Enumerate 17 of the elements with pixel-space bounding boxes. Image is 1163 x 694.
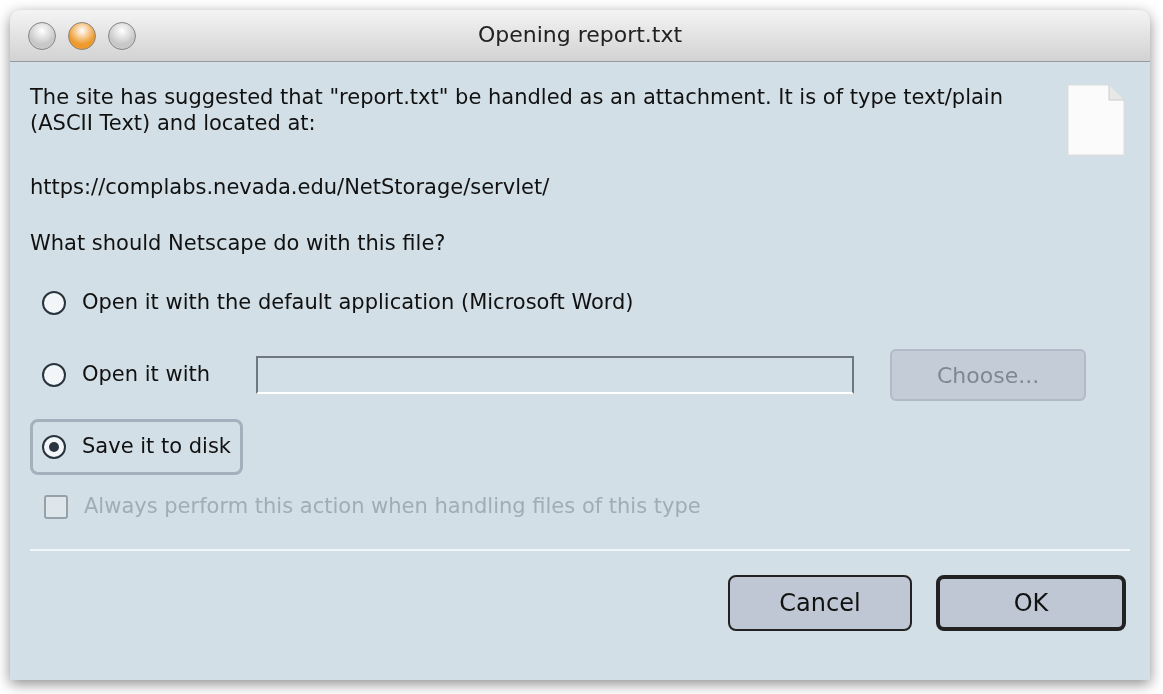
close-button[interactable] (28, 22, 56, 50)
option-label[interactable]: Save it to disk (82, 431, 231, 463)
message-text: The site has suggested that "report.txt" be handled as an attachment. It is of type text/plain (ASCII Text) and located at: (30, 84, 1004, 138)
question-text: What should Netscape do with this file? (30, 229, 447, 257)
dialog-button[interactable]: Cancel (728, 574, 912, 631)
radio-button[interactable] (42, 291, 66, 315)
dialog-button[interactable]: OK (936, 574, 1126, 631)
option-label[interactable]: Open it with the default application (Microsoft Word) (82, 287, 634, 319)
option-label[interactable]: Open it with (82, 359, 211, 391)
zoom-button[interactable] (108, 22, 136, 50)
window-title: Opening report.txt (477, 21, 683, 49)
file-location: https://complabs.nevada.edu/NetStorage/servlet/ (30, 174, 551, 201)
minimize-button[interactable] (68, 22, 96, 50)
document-icon (1067, 84, 1125, 156)
radio-button[interactable] (42, 435, 66, 459)
application-field[interactable] (256, 356, 855, 394)
radio-button[interactable] (42, 363, 66, 387)
